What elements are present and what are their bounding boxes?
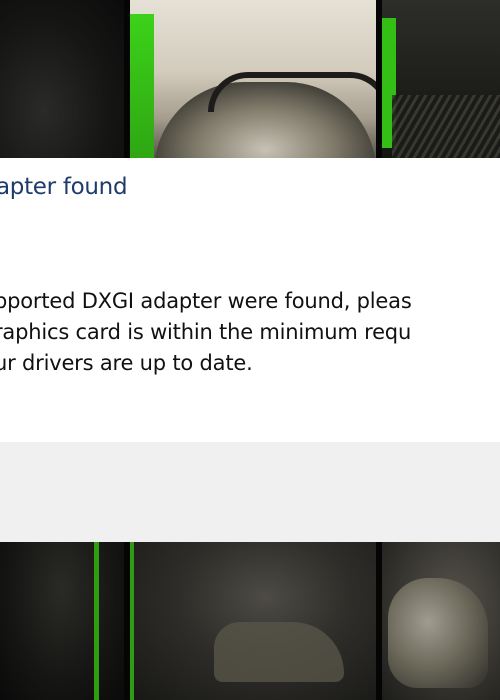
dialog-title: apter found [0, 174, 128, 200]
gloved-hand-image [388, 578, 488, 688]
dialog-message: pported DXGI adapter were found, pleas r… [0, 286, 500, 379]
green-light-accent [130, 542, 134, 700]
art-panel-top-left [0, 0, 124, 158]
message-line: ur drivers are up to date. [0, 351, 253, 375]
dialog-content-area: apter found pported DXGI adapter were fo… [0, 158, 500, 442]
art-panel-bottom-right [382, 542, 500, 700]
screen: apter found pported DXGI adapter were fo… [0, 0, 500, 700]
foliage-image [392, 95, 500, 158]
error-dialog: apter found pported DXGI adapter were fo… [0, 158, 500, 542]
background-art-top [0, 0, 500, 158]
message-line: raphics card is within the minimum requ [0, 320, 412, 344]
message-line: pported DXGI adapter were found, pleas [0, 289, 412, 313]
art-panel-bottom-center [130, 542, 376, 700]
art-panel-top-right [382, 0, 500, 158]
art-panel-top-center [130, 0, 376, 158]
soldier-gear-image [214, 622, 344, 682]
art-panel-bottom-left [0, 542, 124, 700]
background-art-bottom [0, 542, 500, 700]
helmet-strap-image [208, 72, 376, 112]
green-light-accent [94, 542, 99, 700]
green-light-accent [130, 14, 154, 158]
dialog-button-bar [0, 442, 500, 542]
